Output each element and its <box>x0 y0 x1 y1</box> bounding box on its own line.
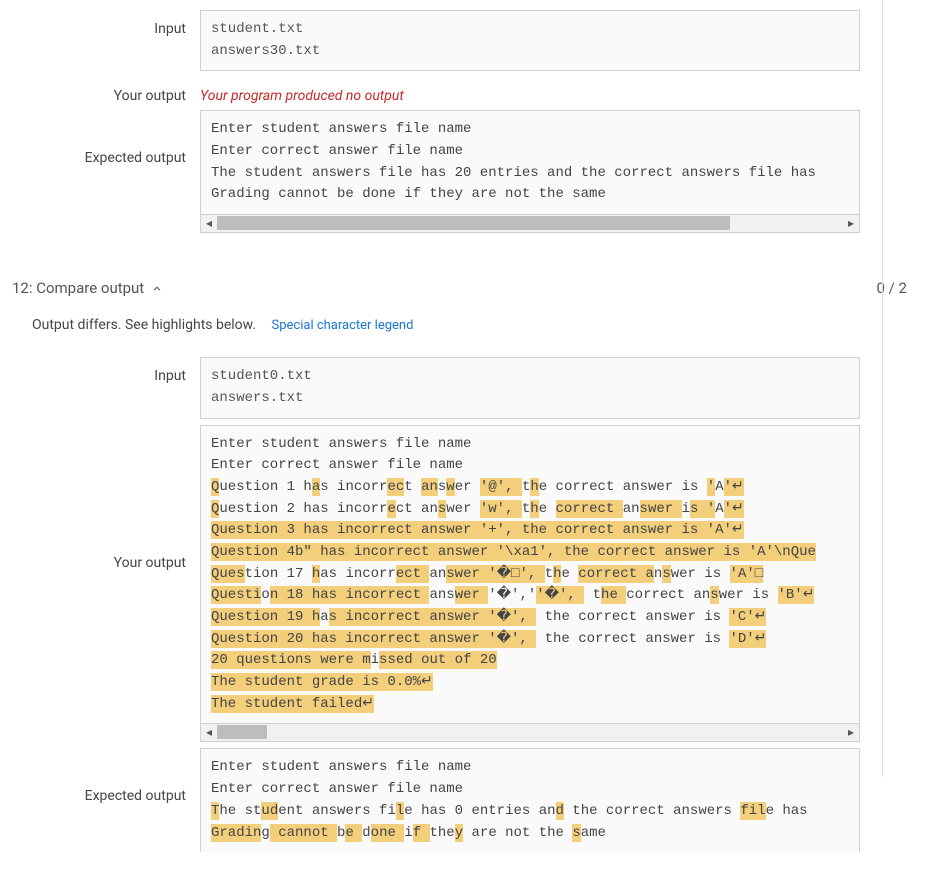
test-12-body: Input student0.txt answers.txt Your outp… <box>12 347 927 868</box>
your-output-label: Your output <box>32 425 200 571</box>
scroll-left-arrow[interactable]: ◂ <box>201 215 217 232</box>
diff-message: Output differs. See highlights below. <box>32 317 256 333</box>
expected-output-row: Expected output Enter student answers fi… <box>32 110 927 233</box>
input-codebox: student.txt answers30.txt <box>200 10 860 71</box>
expected-codebox: Enter student answers file name Enter co… <box>200 748 860 852</box>
scroll-thumb[interactable] <box>217 725 267 739</box>
scroll-track[interactable] <box>217 215 843 232</box>
test-title: 12: Compare output <box>12 279 144 297</box>
expected-output-label: Expected output <box>32 748 200 804</box>
vertical-divider <box>882 0 883 777</box>
input-row: Input student.txt answers30.txt <box>32 10 927 71</box>
horizontal-scrollbar[interactable]: ◂ ▸ <box>200 215 860 233</box>
input-codebox: student0.txt answers.txt <box>200 357 860 418</box>
input-content: student.txt answers30.txt <box>200 10 860 71</box>
scroll-right-arrow[interactable]: ▸ <box>843 724 859 741</box>
scroll-track[interactable] <box>217 724 843 741</box>
input-content: student0.txt answers.txt <box>200 357 860 418</box>
expected-output-row: Expected output Enter student answers fi… <box>32 748 927 852</box>
your-output-label: Your output <box>32 77 200 104</box>
horizontal-scrollbar[interactable]: ◂ ▸ <box>200 724 860 742</box>
no-output-message: Your program produced no output <box>200 77 860 104</box>
scroll-right-arrow[interactable]: ▸ <box>843 215 859 232</box>
expected-output-label: Expected output <box>32 110 200 166</box>
your-output-codebox: Enter student answers file name Enter co… <box>200 425 860 725</box>
your-output-row: Your output Enter student answers file n… <box>32 425 927 743</box>
diff-message-row: Output differs. See highlights below. Sp… <box>12 309 927 347</box>
special-char-legend-link[interactable]: Special character legend <box>272 318 414 333</box>
test-11-body: Input student.txt answers30.txt Your out… <box>12 0 927 249</box>
your-output-row: Your output Your program produced no out… <box>32 77 927 104</box>
input-label: Input <box>32 10 200 37</box>
test-score: 0 / 2 <box>877 279 928 297</box>
your-output-content: Enter student answers file name Enter co… <box>200 425 860 743</box>
input-label: Input <box>32 357 200 384</box>
scroll-left-arrow[interactable]: ◂ <box>201 724 217 741</box>
test-12-header[interactable]: 12: Compare output 0 / 2 <box>12 273 927 303</box>
expected-codebox: Enter student answers file name Enter co… <box>200 110 860 215</box>
chevron-up-icon <box>150 282 162 294</box>
scroll-thumb[interactable] <box>217 216 730 230</box>
expected-output-content: Enter student answers file name Enter co… <box>200 748 860 852</box>
expected-output-content: Enter student answers file name Enter co… <box>200 110 860 233</box>
input-row: Input student0.txt answers.txt <box>32 357 927 418</box>
your-output-content: Your program produced no output <box>200 77 860 104</box>
